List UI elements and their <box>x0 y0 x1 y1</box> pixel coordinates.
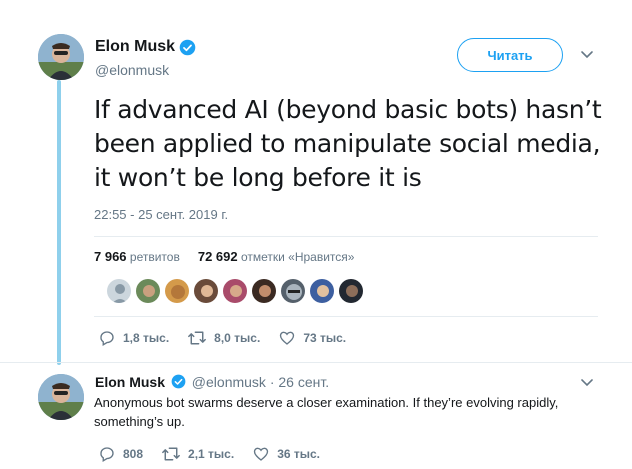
tweet-timestamp[interactable]: 22:55 - 25 сент. 2019 г. <box>94 207 228 222</box>
divider <box>0 362 632 363</box>
author-avatar[interactable] <box>38 34 84 80</box>
reply-icon <box>100 447 114 462</box>
liker-avatar[interactable] <box>338 278 364 304</box>
tweet-text: If advanced AI (beyond basic bots) hasn’… <box>94 95 602 192</box>
divider <box>94 236 598 237</box>
liker-avatar[interactable] <box>135 278 161 304</box>
liker-avatar[interactable] <box>106 278 132 304</box>
like-count: 73 тыс. <box>303 331 347 345</box>
liker-avatar[interactable] <box>164 278 190 304</box>
reply-action[interactable]: 1,8 тыс. <box>98 329 169 347</box>
author-name[interactable]: Elon Musk <box>95 38 175 56</box>
heart-icon <box>253 447 269 461</box>
reply-text: Anonymous bot swarms deserve a closer ex… <box>94 395 559 429</box>
verified-badge-icon <box>171 374 186 389</box>
verified-badge-icon <box>179 39 196 55</box>
retweet-icon <box>162 447 180 461</box>
likes-stat[interactable]: 72 692 отметки «Нравится» <box>197 249 359 264</box>
retweets-label: ретвитов <box>129 250 180 264</box>
retweets-stat[interactable]: 7 966 ретвитов <box>94 249 184 264</box>
reply-author: Elon Musk @elonmusk · 26 сент. <box>95 374 329 390</box>
reply-handle-date[interactable]: @elonmusk · 26 сент. <box>192 374 329 390</box>
retweets-count: 7 966 <box>94 249 127 264</box>
reply-author-avatar[interactable] <box>38 374 84 420</box>
likes-count: 72 692 <box>197 249 238 264</box>
retweet-action[interactable]: 2,1 тыс. <box>161 445 234 463</box>
chevron-down-icon[interactable] <box>580 50 594 60</box>
tweet-actions: 1,8 тыс. 8,0 тыс. 73 тыс. <box>98 329 364 347</box>
like-count: 36 тыс. <box>277 447 321 461</box>
follow-button[interactable]: Читать <box>457 38 563 72</box>
liker-avatar[interactable] <box>280 278 306 304</box>
liker-avatar[interactable] <box>251 278 277 304</box>
liker-avatar[interactable] <box>222 278 248 304</box>
like-action[interactable]: 73 тыс. <box>278 329 346 347</box>
author-handle[interactable]: @elonmusk <box>95 62 196 78</box>
like-action[interactable]: 36 тыс. <box>252 445 320 463</box>
engagement-stats: 7 966 ретвитов 72 692 отметки «Нравится» <box>94 249 362 264</box>
liker-avatar[interactable] <box>309 278 335 304</box>
likes-label: отметки «Нравится» <box>240 250 355 264</box>
reply-action[interactable]: 808 <box>98 445 143 463</box>
reply-count: 1,8 тыс. <box>123 331 170 345</box>
divider <box>94 316 598 317</box>
reply-icon <box>100 331 114 346</box>
heart-icon <box>280 331 295 345</box>
reply-actions: 808 2,1 тыс. 36 тыс. <box>98 445 338 463</box>
reply-author-name[interactable]: Elon Musk <box>95 374 165 390</box>
tweet-author: Elon Musk @elonmusk <box>95 38 196 78</box>
retweet-action[interactable]: 8,0 тыс. <box>187 329 260 347</box>
reply-count: 808 <box>123 447 144 461</box>
retweet-count: 8,0 тыс. <box>214 331 261 345</box>
liker-avatars <box>106 278 367 304</box>
retweet-icon <box>188 331 207 345</box>
chevron-down-icon[interactable] <box>580 378 594 388</box>
thread-connector-line <box>57 80 61 365</box>
liker-avatar[interactable] <box>193 278 219 304</box>
retweet-count: 2,1 тыс. <box>188 447 235 461</box>
author-name-link[interactable]: Elon Musk <box>95 38 196 56</box>
